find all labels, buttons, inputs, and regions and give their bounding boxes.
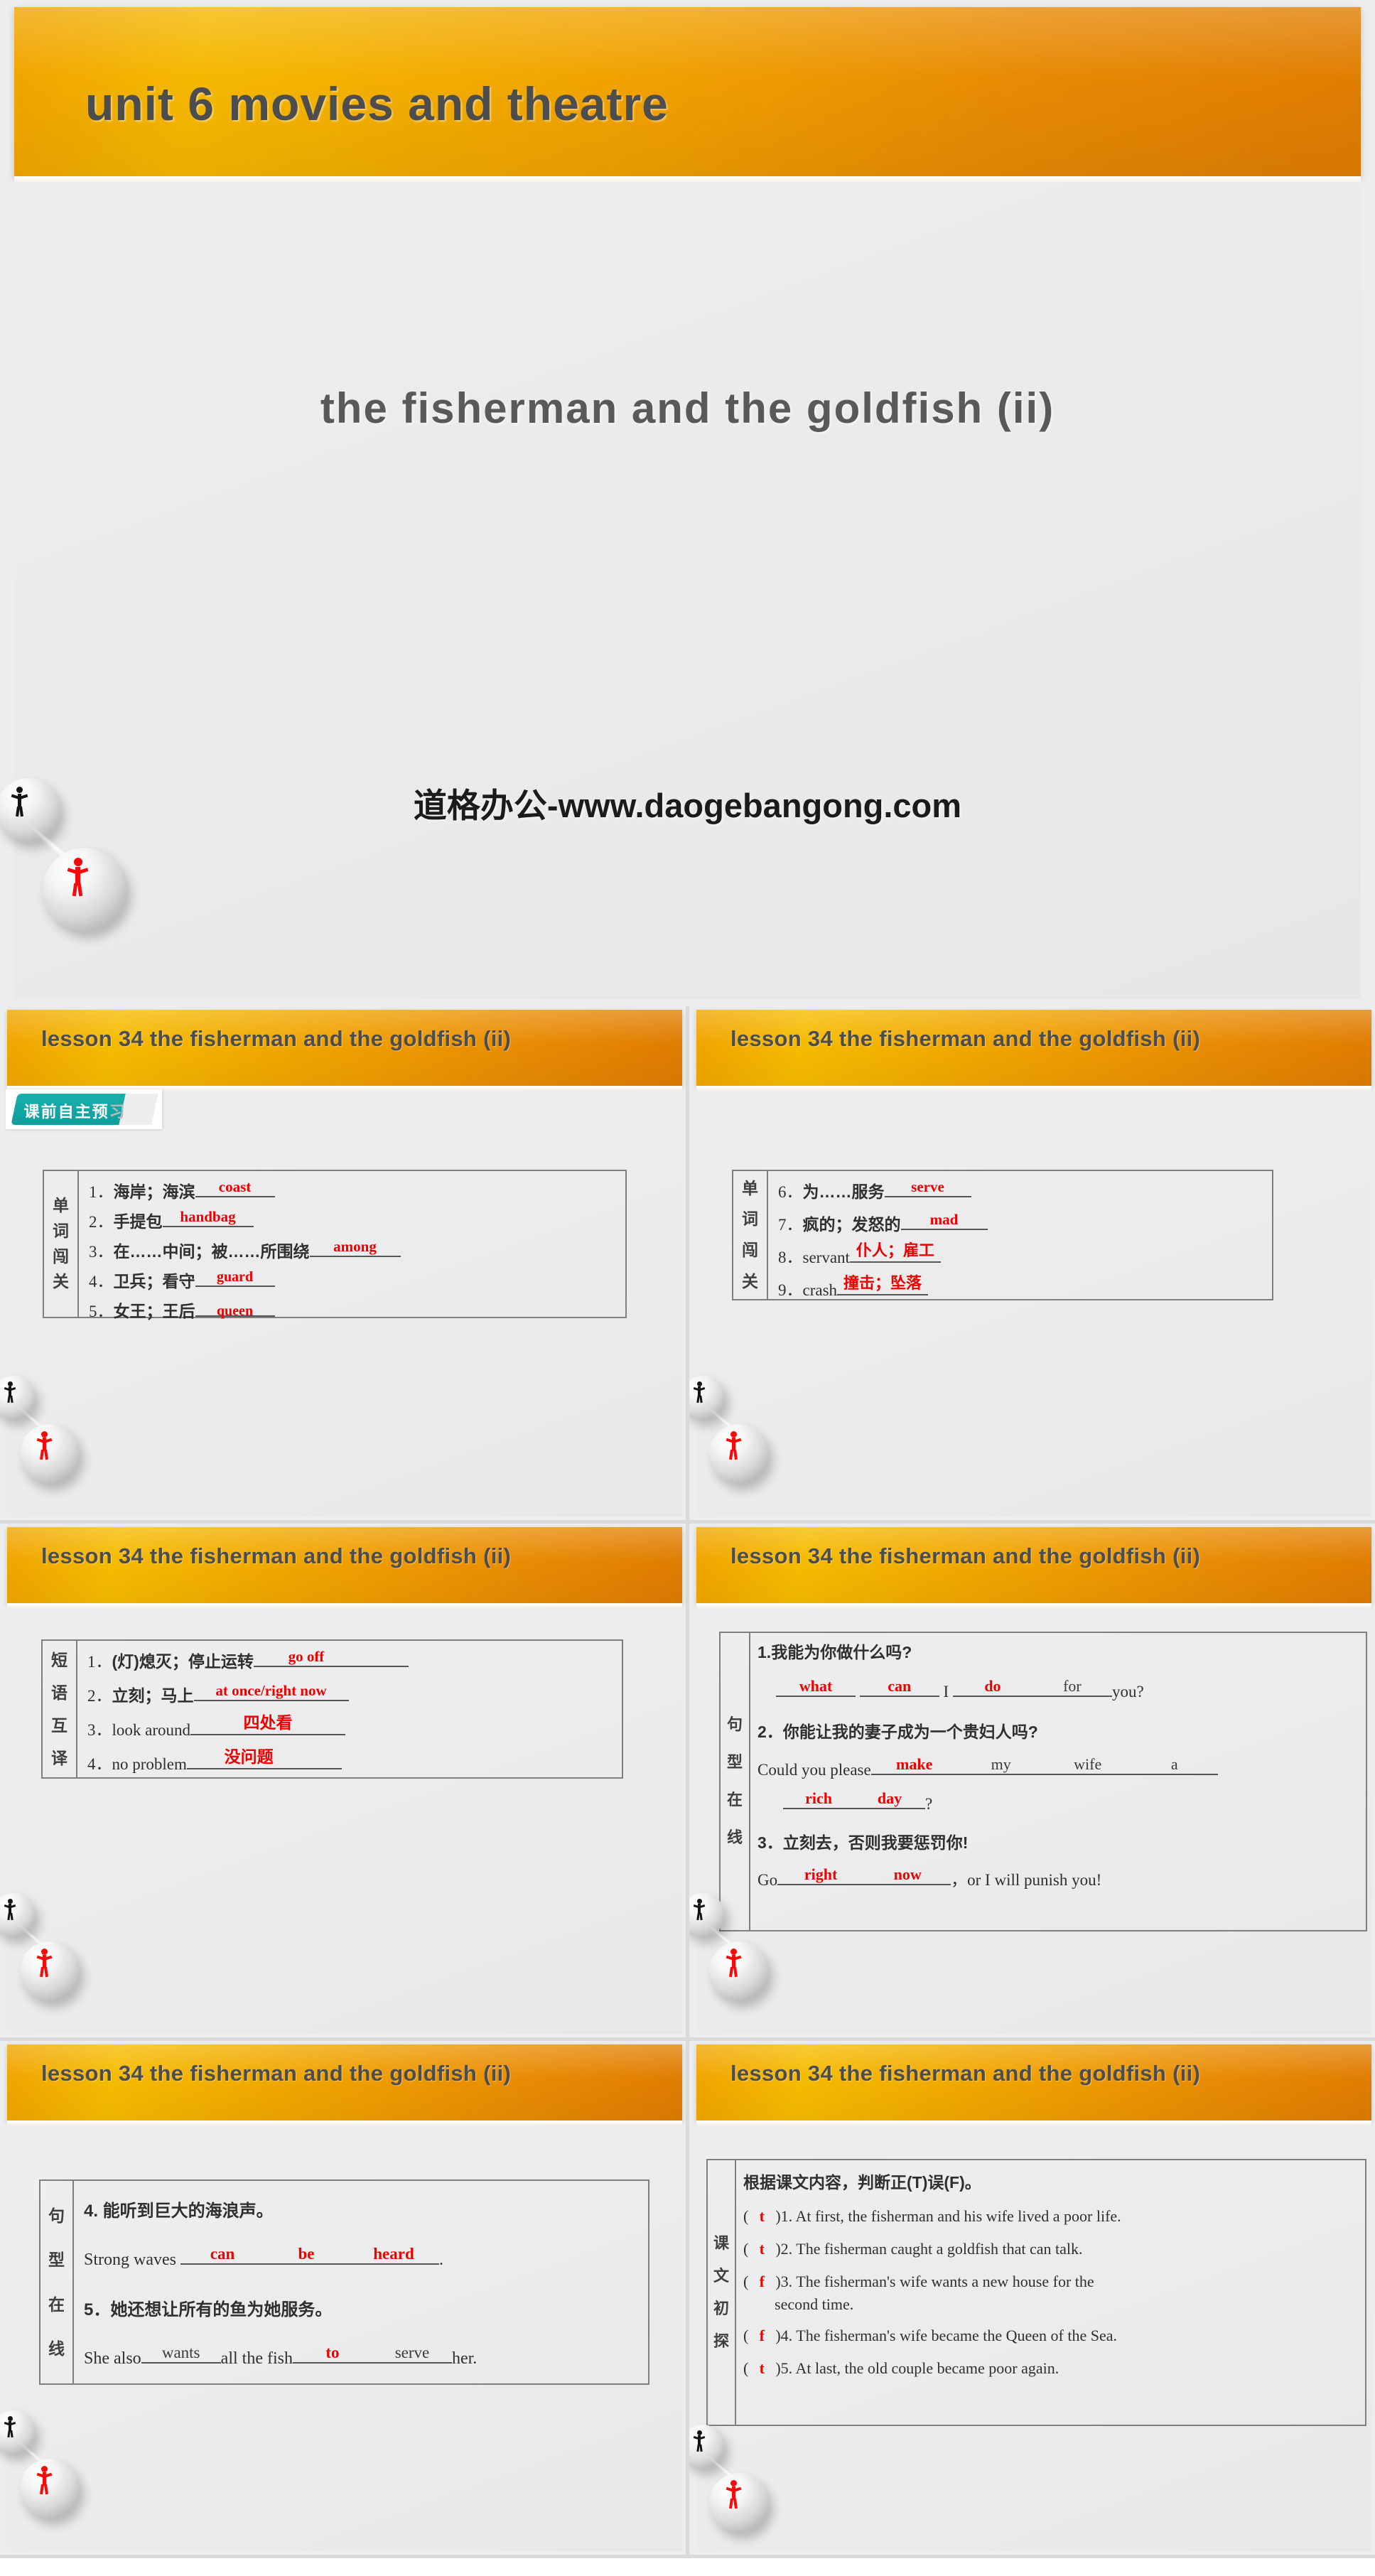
question-prompt: 4. 能听到巨大的海浪声。 [84, 2202, 274, 2221]
slide-words-2[interactable]: lesson 34 the fisherman and the goldfish… [689, 1006, 1375, 1524]
unit-title: unit 6 movies and theatre [85, 77, 669, 130]
sentence-table: 句 型 在 线 1.我能为你做什么吗? what can I do for you?… [719, 1632, 1367, 1931]
slide-text-check[interactable]: lesson 34 the fisherman and the goldfish… [689, 2041, 1375, 2558]
table-rows: 根据课文内容，判断正(T)误(F)。 (t)1. At first, the f… [736, 2160, 1365, 2425]
slide-grid: lesson 34 the fisherman and the goldfish… [0, 1006, 1375, 2558]
truefalse-item: (t)5. At last, the old couple became poo… [743, 2359, 1059, 2377]
tf-answer: f [759, 2273, 765, 2290]
answer-line: Go right now ，or I will punish you! [757, 1865, 1102, 1890]
slide-header-title: lesson 34 the fisherman and the goldfish… [41, 1543, 512, 1568]
slide-header-title: lesson 34 the fisherman and the goldfish… [730, 1543, 1201, 1568]
question-prompt: 5．她还想让所有的鱼为她服务。 [84, 2300, 333, 2320]
instruction-text: 根据课文内容，判断正(T)误(F)。 [743, 2173, 981, 2192]
table-row: 9．crash 撞击；坠落 [778, 1276, 1262, 1300]
preview-badge-label: 课前自主预习 [23, 1103, 126, 1121]
table-rows: 1．海岸；海滨 coast 2．手提包 handbag 3．在……中间；被……所围绕… [79, 1171, 625, 1320]
table-row: 6．为……服务 serve [778, 1178, 1262, 1202]
table-row: 1．(灯)熄灭；停止运转 go off [87, 1648, 612, 1672]
table-row: 5．女王；王后 queen [89, 1298, 615, 1322]
table-row: 2．立刻；马上 at once/right now [87, 1682, 612, 1706]
table-row: 8．servant 仆人；雇工 [778, 1243, 1262, 1268]
truefalse-table: 课 文 初 探 根据课文内容，判断正(T)误(F)。 (t)1. At firs… [706, 2159, 1366, 2426]
table-rows: 1.我能为你做什么吗? what can I do for you? 2．你能让我的… [750, 1633, 1366, 1930]
lesson-subtitle: the fisherman and the goldfish (ii) [320, 384, 1055, 432]
phrase-table: 短 语 互 译 1．(灯)熄灭；停止运转 go off 2．立刻；马上 at onc… [41, 1639, 623, 1779]
table-row: 2．手提包 handbag [89, 1208, 615, 1232]
table-row: 4．卫兵；看守 guard [89, 1268, 615, 1292]
banner-underline [14, 176, 1361, 182]
table-side-label: 短 语 互 译 [43, 1641, 77, 1777]
slide-sentences-2[interactable]: lesson 34 the fisherman and the goldfish… [0, 2041, 686, 2558]
table-rows: 1．(灯)熄灭；停止运转 go off 2．立刻；马上 at once/right … [77, 1641, 622, 1777]
table-rows: 6．为……服务 serve 7．疯的；发怒的 mad 8．servant 仆人；雇工 … [768, 1171, 1272, 1299]
tf-answer: t [759, 2359, 765, 2377]
title-slide: unit 6 movies and theatre the fisherman … [0, 0, 1375, 1006]
preview-badge: 课前自主预习 [6, 1089, 162, 1129]
question-prompt: 3．立刻去，否则我要惩罚你! [757, 1833, 969, 1853]
truefalse-item: (t)1. At first, the fisherman and his wi… [743, 2207, 1121, 2225]
table-side-label: 课 文 初 探 [708, 2160, 737, 2425]
answer-line: rich day? [757, 1791, 1359, 1814]
word-table: 单 词 闯 关 1．海岸；海滨 coast 2．手提包 handbag 3．在……中… [43, 1170, 627, 1320]
truefalse-item-continuation: second time. [775, 2295, 854, 2313]
table-rows: 4. 能听到巨大的海浪声。 Strong waves can be heard. 5… [74, 2181, 648, 2383]
table-row: 3．在……中间；被……所围绕 among [89, 1238, 615, 1262]
truefalse-item: (f)3. The fisherman's wife wants a new h… [743, 2273, 1094, 2290]
table-row: 1．海岸；海滨 coast [89, 1178, 615, 1202]
slide-header-title: lesson 34 the fisherman and the goldfish… [41, 2061, 512, 2086]
slide-header-title: lesson 34 the fisherman and the goldfish… [730, 1026, 1201, 1051]
answer-line: She also wants all the fish to serve her. [84, 2344, 478, 2368]
truefalse-item: (f)4. The fisherman's wife became the Qu… [743, 2327, 1117, 2344]
table-side-label: 句 型 在 线 [721, 1633, 751, 1930]
tf-answer: t [759, 2240, 765, 2258]
tf-answer: f [759, 2327, 765, 2344]
slide-sentences-1[interactable]: lesson 34 the fisherman and the goldfish… [689, 1524, 1375, 2041]
table-side-label: 单 词 闯 关 [44, 1171, 79, 1317]
title-slide-body [14, 182, 1361, 999]
slide-words-1[interactable]: lesson 34 the fisherman and the goldfish… [0, 1006, 686, 1524]
sentence-table: 句 型 在 线 4. 能听到巨大的海浪声。 Strong waves can be… [39, 2179, 649, 2385]
slide-body [696, 1090, 1371, 1516]
slide-header-title: lesson 34 the fisherman and the goldfish… [41, 1026, 512, 1051]
question-prompt: 1.我能为你做什么吗? [757, 1643, 912, 1661]
table-row: 7．疯的；发怒的 mad [778, 1211, 1262, 1235]
answer-line: what can I do for you? [757, 1678, 1359, 1701]
truefalse-item: (t)2. The fisherman caught a goldfish th… [743, 2240, 1083, 2258]
question-prompt: 2．你能让我的妻子成为一个贵妇人吗? [757, 1723, 1038, 1742]
table-row: 3．look around 四处看 [87, 1715, 612, 1740]
table-side-label: 单 词 闯 关 [733, 1171, 768, 1299]
slide-phrases[interactable]: lesson 34 the fisherman and the goldfish… [0, 1524, 686, 2041]
answer-line: Could you please make my wife a [757, 1757, 1359, 1779]
slide-header-title: lesson 34 the fisherman and the goldfish… [730, 2061, 1201, 2086]
watermark-text: 道格办公-www.daogebangong.com [413, 787, 962, 824]
table-row: 4．no problem 没问题 [87, 1749, 612, 1774]
table-side-label: 句 型 在 线 [41, 2181, 74, 2383]
word-table: 单 词 闯 关 6．为……服务 serve 7．疯的；发怒的 mad 8．serva… [732, 1170, 1273, 1300]
answer-line: Strong waves can be heard. [84, 2245, 443, 2270]
tf-answer: t [759, 2207, 765, 2225]
